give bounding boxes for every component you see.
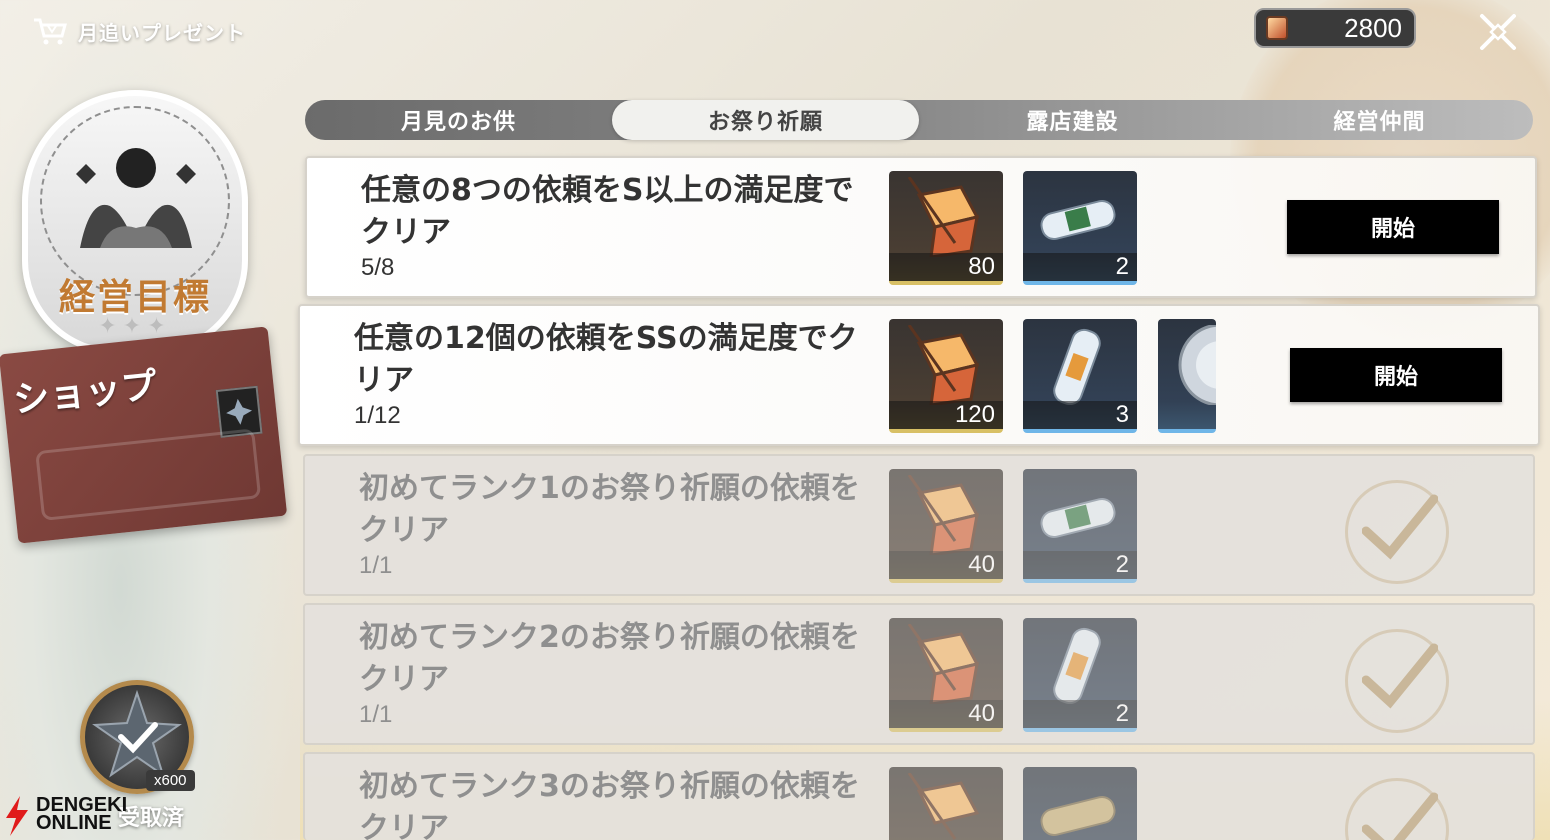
reward-count: 120: [889, 401, 1003, 429]
claimed-check-icon: [1345, 480, 1449, 584]
tab-business-partners[interactable]: 経営仲間: [1226, 100, 1533, 140]
reward-count: 2: [1023, 551, 1137, 579]
cart-icon: [34, 18, 67, 45]
lantern-icon: [907, 325, 980, 405]
plate-icon: [1178, 325, 1216, 405]
tab-stall-building[interactable]: 露店建設: [919, 100, 1226, 140]
reward-item[interactable]: 120: [889, 319, 1003, 433]
watermark-line2: ONLINE: [36, 812, 112, 834]
capsule-icon: [1053, 328, 1101, 405]
claimed-check-icon: [1345, 778, 1449, 840]
watermark: DENGEKI ONLINE: [2, 795, 127, 836]
lantern-icon: [1266, 16, 1288, 40]
mission-progress: 5/8: [361, 254, 395, 281]
start-button[interactable]: 開始: [1290, 348, 1502, 402]
lantern-icon: [907, 773, 980, 840]
capsule-icon: [1040, 199, 1116, 241]
close-icon: [1480, 14, 1516, 50]
mission-progress: 1/1: [359, 552, 393, 579]
mission-title: 初めてランク2のお祭り祈願の依頼をクリア: [359, 620, 860, 697]
reward-item[interactable]: [1023, 767, 1137, 840]
page-title: 月追いプレゼント: [32, 16, 246, 46]
mission-title: 任意の8つの依頼をS以上の満足度でクリア: [361, 173, 854, 250]
reward-item[interactable]: [889, 767, 1003, 840]
mission-row: 初めてランク2のお祭り祈願の依頼をクリア 1/1 40 2: [303, 603, 1535, 745]
badge-label: 経営目標: [58, 277, 211, 318]
reward-item[interactable]: 2: [1023, 618, 1137, 732]
currency-amount: 2800: [1344, 12, 1402, 43]
tab-festival-prayer[interactable]: お祭り祈願: [612, 100, 919, 140]
lantern-icon: [907, 624, 980, 704]
claimed-check-icon: [1345, 629, 1449, 733]
mission-progress: 1/12: [354, 402, 401, 429]
shop-label: ショップ: [11, 365, 160, 422]
reward-item[interactable]: 40: [889, 618, 1003, 732]
reward-count: x600: [146, 770, 195, 791]
currency-display: 2800: [1254, 8, 1416, 48]
mission-row: 任意の8つの依頼をS以上の満足度でクリア 5/8 80 2 開始: [305, 156, 1537, 298]
mission-progress: 1/1: [359, 701, 393, 728]
capsule-icon: [1040, 497, 1116, 539]
reward-item[interactable]: [1158, 319, 1216, 433]
reward-count: 2: [1023, 253, 1137, 281]
reward-count: 40: [889, 700, 1003, 728]
reward-item[interactable]: 2: [1023, 469, 1137, 583]
bolt-logo-icon: [6, 796, 28, 836]
reward-status: 受取済: [118, 806, 185, 831]
mission-title: 初めてランク3のお祭り祈願の依頼をクリア: [359, 769, 860, 840]
capsule-icon: [1040, 795, 1116, 837]
tab-bar: 月見のお供 お祭り祈願 露店建設 経営仲間: [305, 100, 1533, 140]
reward-item[interactable]: 2: [1023, 171, 1137, 285]
shop-card[interactable]: ショップ: [0, 326, 288, 544]
capsule-icon: [1053, 627, 1101, 704]
emblem-icon: [76, 148, 196, 248]
lantern-icon: [907, 177, 980, 257]
close-button[interactable]: [1474, 8, 1522, 56]
mission-title: 任意の12個の依頼をSSの満足度でクリア: [354, 321, 858, 398]
tab-moon-viewing[interactable]: 月見のお供: [305, 100, 612, 140]
business-goal-badge[interactable]: 経営目標 ✦✦✦: [22, 90, 248, 355]
gift-icon: [35, 428, 262, 521]
reward-count: 40: [889, 551, 1003, 579]
reward-item[interactable]: 40: [889, 469, 1003, 583]
mission-row: 初めてランク3のお祭り祈願の依頼をクリア: [303, 752, 1535, 840]
start-button[interactable]: 開始: [1287, 200, 1499, 254]
reward-count: 3: [1023, 401, 1137, 429]
page-title-text: 月追いプレゼント: [78, 20, 246, 45]
mission-title: 初めてランク1のお祭り祈願の依頼をクリア: [359, 471, 860, 548]
reward-item[interactable]: 80: [889, 171, 1003, 285]
reward-count: 2: [1023, 700, 1137, 728]
mission-row: 初めてランク1のお祭り祈願の依頼をクリア 1/1 40 2: [303, 454, 1535, 596]
mission-row: 任意の12個の依頼をSSの満足度でクリア 1/12 120 3 開始: [298, 304, 1540, 446]
reward-item[interactable]: 3: [1023, 319, 1137, 433]
lantern-icon: [907, 475, 980, 555]
reward-count: 80: [889, 253, 1003, 281]
